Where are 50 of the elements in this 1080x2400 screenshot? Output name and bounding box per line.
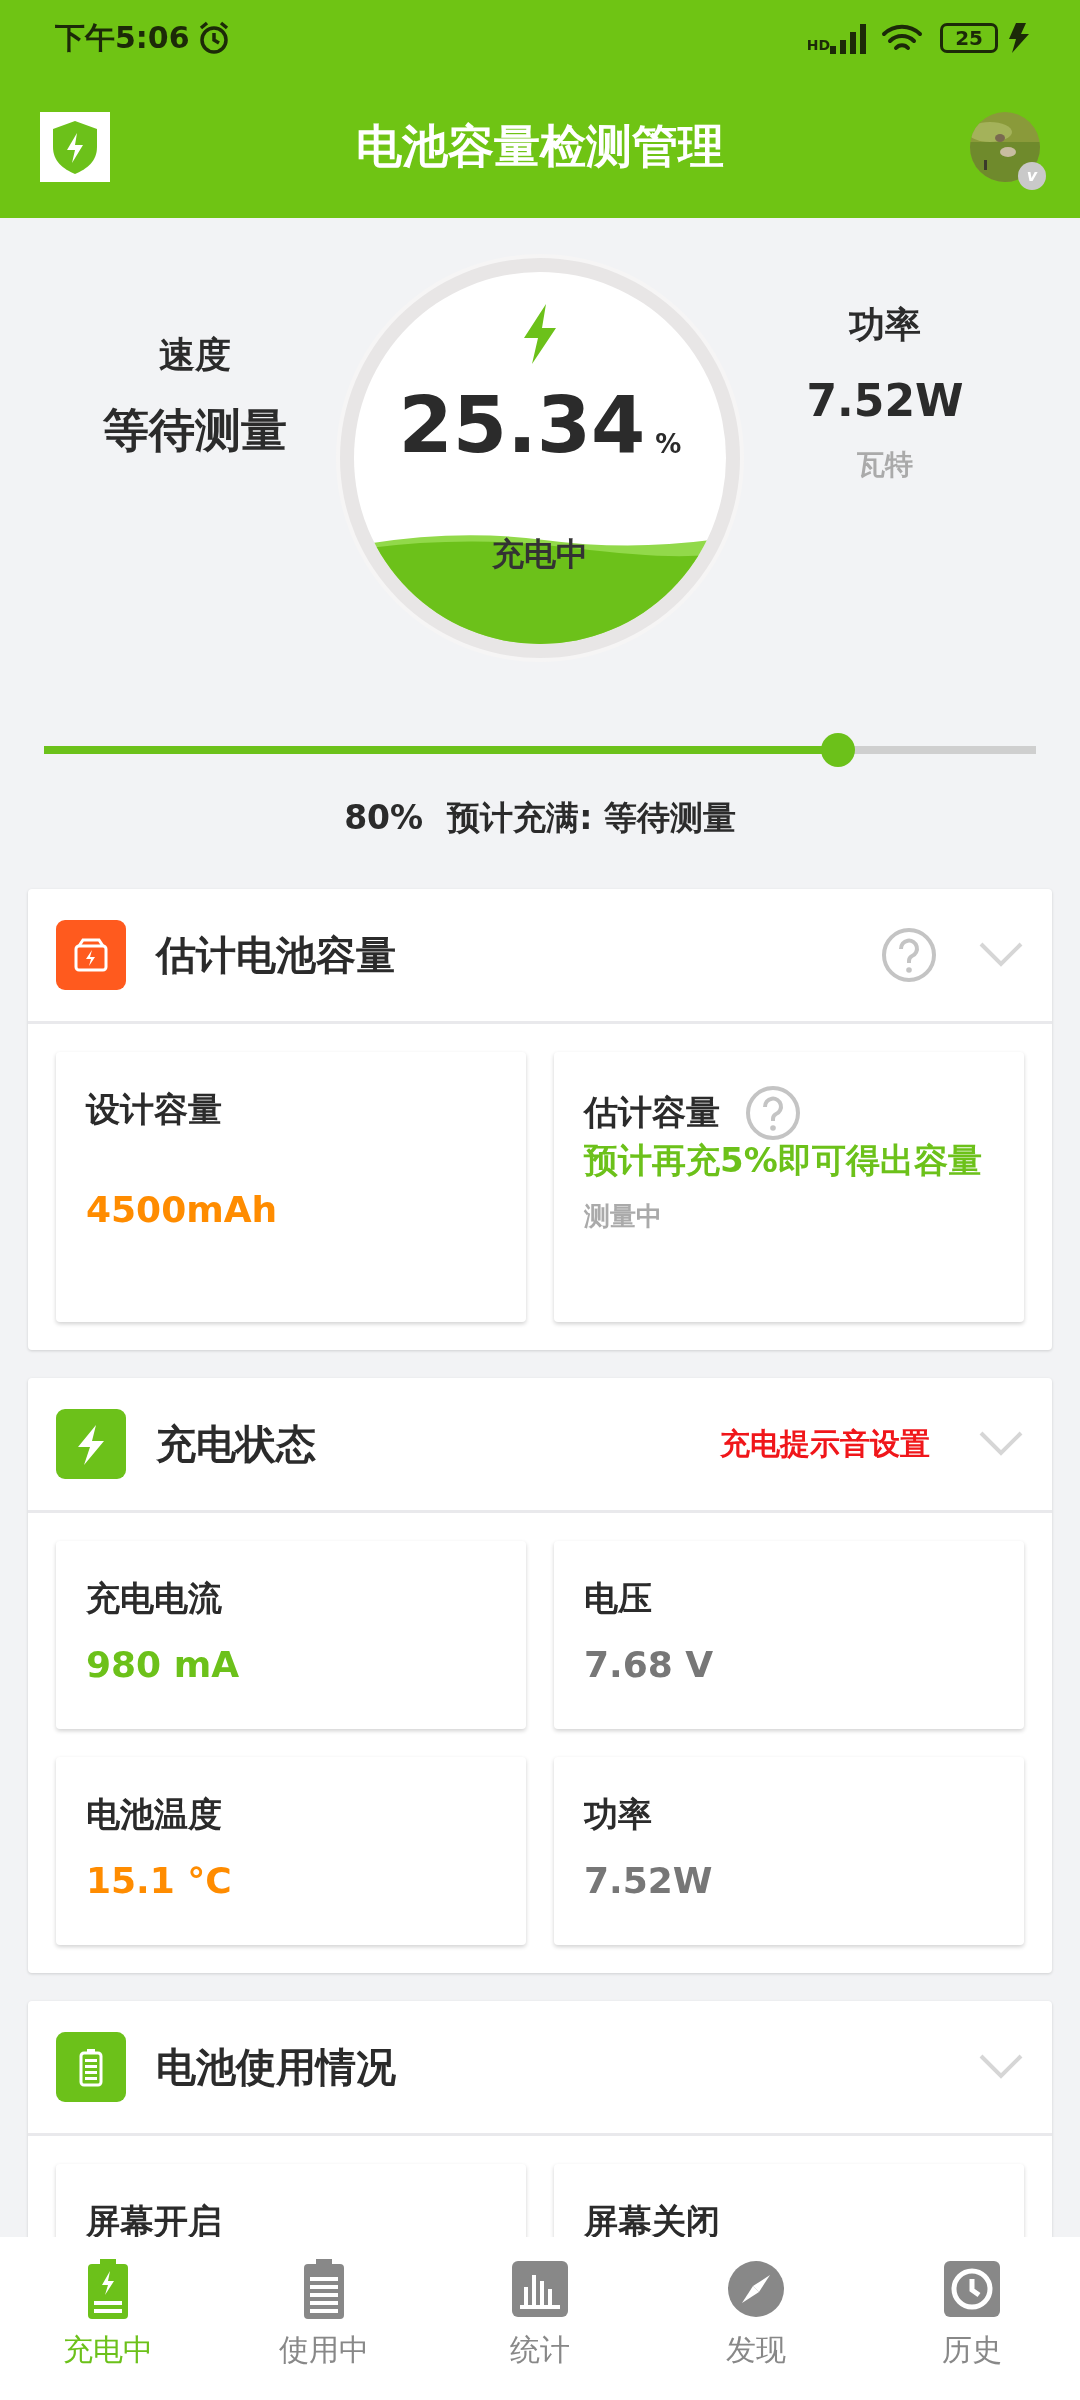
tile-value: 980 mA [86, 1642, 241, 1687]
charge-limit-value: 80% [344, 797, 424, 839]
app-title: 电池容量检测管理 [356, 118, 724, 175]
slider-thumb[interactable] [820, 733, 855, 767]
sound-settings-link[interactable]: 充电提示音设置 [720, 1421, 930, 1466]
charging-status: 充电中 [492, 534, 588, 575]
tile-note: 测量中 [584, 1199, 663, 1233]
tile-value: 7.68 V [584, 1642, 715, 1687]
clock-time: 下午5:06 [55, 19, 190, 57]
section-title: 电池使用情况 [156, 2042, 396, 2092]
tile-value: 15.1 °C [86, 1858, 233, 1903]
section-title: 估计电池容量 [156, 930, 396, 980]
speed-label: 速度 [158, 333, 232, 377]
tile-value: 预计再充5%即可得出容量 [584, 1141, 983, 1179]
chevron-icon[interactable] [978, 2052, 1024, 2081]
power-unit: 瓦特 [856, 447, 914, 483]
tile-label: 设计容量 [86, 1087, 222, 1131]
network-type: HD [806, 36, 831, 55]
chevron-icon[interactable] [978, 1429, 1024, 1458]
tile-label: 估计容量 [584, 1091, 720, 1134]
tile-label: 电压 [584, 1576, 652, 1620]
tile-label: 充电电流 [86, 1576, 222, 1620]
tile-value: 4500mAh [86, 1187, 279, 1232]
nav-tab[interactable]: 发现 [648, 2237, 864, 2400]
power-label: 功率 [848, 303, 922, 347]
nav-tab[interactable]: 统计 [432, 2237, 648, 2400]
tile-label: 屏幕开启 [86, 2199, 222, 2237]
bar-chart-icon [512, 2259, 568, 2319]
compass-icon [728, 2259, 784, 2319]
charge-limit-slider[interactable] [44, 733, 1036, 767]
speed-value: 等待测量 [102, 402, 288, 459]
charge-percent: 25.34 [398, 386, 646, 464]
help-icon[interactable] [880, 925, 938, 984]
tile-label: 屏幕关闭 [584, 2199, 720, 2237]
full-charge-estimate: 预计充满: 等待测量 [447, 797, 736, 839]
section-title: 充电状态 [156, 1419, 316, 1469]
tile-label: 电池温度 [86, 1792, 222, 1836]
chevron-icon[interactable] [978, 940, 1024, 969]
tile-value: 7.52W [584, 1858, 714, 1903]
nav-tab[interactable]: 历史 [864, 2237, 1080, 2400]
battery-level: 25 [940, 22, 998, 53]
tile-label: 功率 [584, 1792, 652, 1836]
help-icon[interactable] [744, 1083, 802, 1142]
clock-icon [944, 2259, 1000, 2319]
nav-tab[interactable]: 充电中 [0, 2237, 216, 2400]
power-value: 7.52W [805, 374, 965, 428]
nav-tab[interactable]: 使用中 [216, 2237, 432, 2400]
shield-bolt-icon [50, 118, 100, 175]
charging-icon [1006, 22, 1032, 53]
percent-unit: % [655, 428, 682, 461]
